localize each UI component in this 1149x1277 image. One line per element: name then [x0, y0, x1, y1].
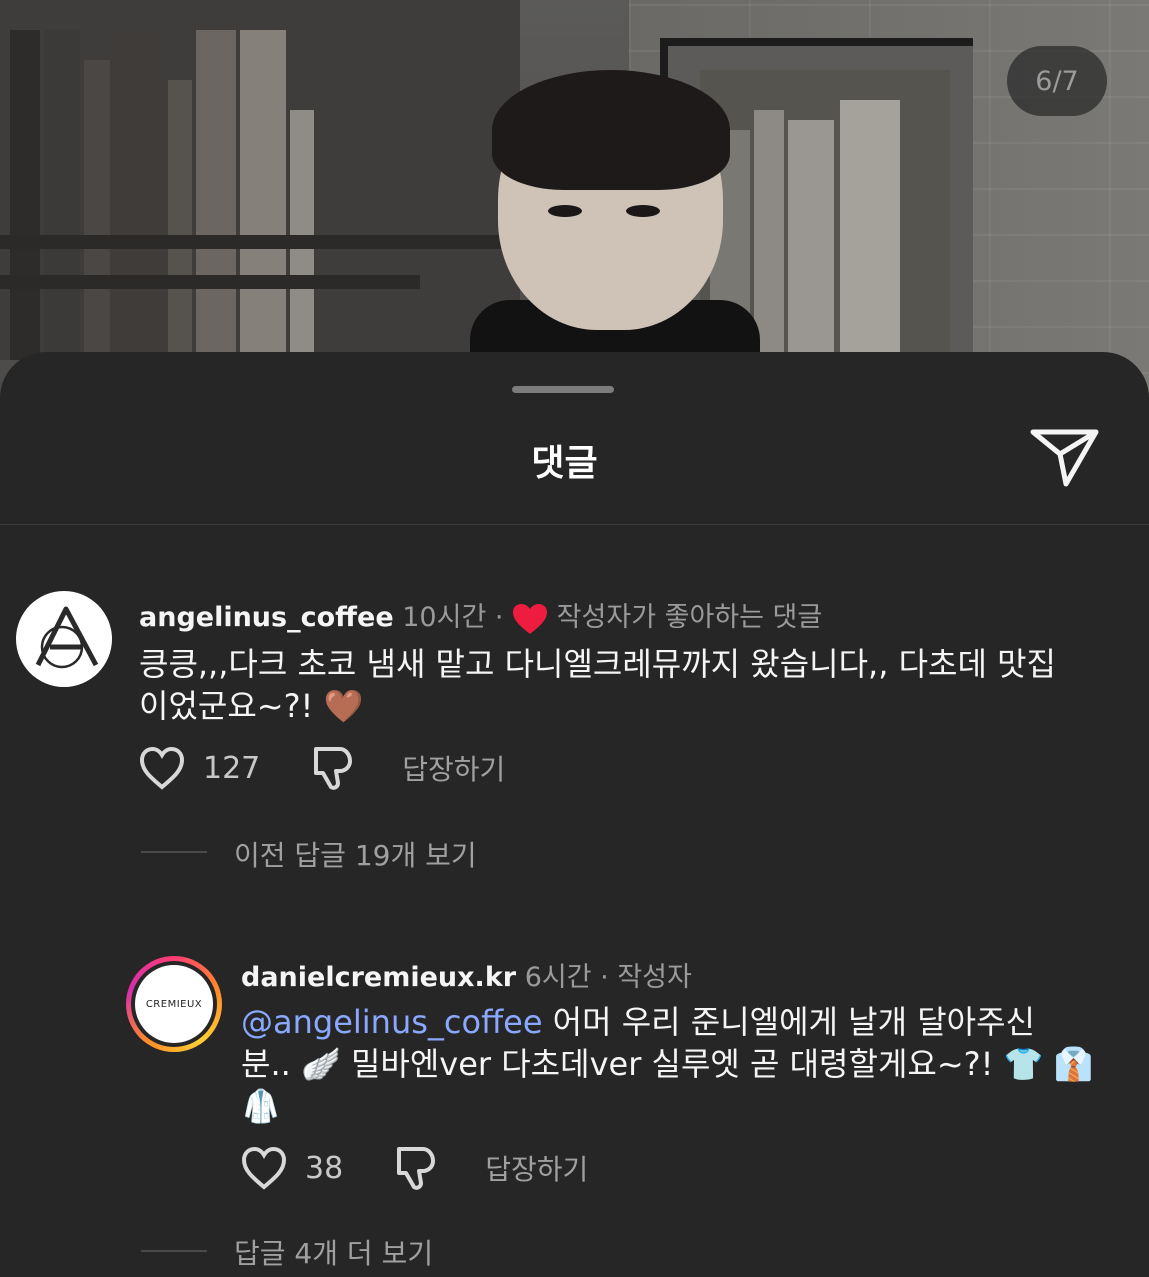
thread-line: [141, 851, 207, 853]
person-hair: [492, 70, 730, 190]
view-previous-replies[interactable]: 이전 답글 19개 보기: [234, 834, 477, 874]
reply-actions: 38 답장하기: [241, 1145, 588, 1191]
view-more-replies[interactable]: 답글 4개 더 보기: [234, 1232, 433, 1272]
share-icon[interactable]: [1030, 428, 1100, 488]
thread-line: [141, 1250, 207, 1252]
comments-sheet: 댓글: [0, 352, 1149, 1277]
comment-text-line: 이었군요~?! 🤎: [139, 687, 364, 725]
reply-text-segment: 어머 우리 준니엘에게 날개 달아주신: [542, 1003, 1035, 1041]
meta-separator: ·: [600, 962, 609, 993]
dislike-icon[interactable]: [310, 745, 354, 791]
comment-text: 킁킁,,,다크 초코 냄새 맡고 다니엘크레뮤까지 왔습니다,, 다초데 맛집 …: [139, 643, 1129, 727]
comment-meta: angelinus_coffee 10시간 · 작성자가 좋아하는 댓글: [139, 595, 822, 635]
dislike-icon[interactable]: [393, 1145, 437, 1191]
like-heart-icon[interactable]: [241, 1146, 287, 1190]
author-liked-heart-icon: [513, 603, 548, 634]
avatar-cremieux: CREMIEUX: [135, 965, 213, 1043]
like-heart-icon[interactable]: [139, 746, 185, 790]
drag-handle[interactable]: [512, 386, 614, 393]
reply-button[interactable]: 답장하기: [485, 1148, 588, 1188]
like-count: 127: [203, 750, 261, 786]
avatar-story-ring[interactable]: CREMIEUX: [126, 956, 222, 1052]
meta-separator: ·: [494, 602, 504, 633]
comment-username[interactable]: angelinus_coffee: [139, 602, 394, 633]
avatar-angelinus[interactable]: [16, 591, 112, 687]
reply-meta: danielcremieux.kr 6시간 · 작성자: [241, 955, 692, 994]
angelinus-logo-icon: [35, 606, 99, 669]
person-eye: [626, 205, 660, 217]
sheet-title: 댓글: [531, 443, 598, 484]
person-eye: [548, 205, 582, 217]
comment-actions: 127 답장하기: [139, 745, 505, 791]
sheet-divider: [0, 524, 1149, 525]
bookshelf-left: [0, 0, 520, 360]
author-badge: 작성자: [617, 962, 692, 993]
shelf-plank: [0, 235, 520, 249]
reply-time: 6시간: [524, 962, 592, 993]
author-liked-label: 작성자가 좋아하는 댓글: [556, 602, 823, 633]
reply-text: @angelinus_coffee 어머 우리 준니엘에게 날개 달아주신 분.…: [241, 1001, 1131, 1127]
like-count: 38: [305, 1150, 344, 1186]
reply-text-line: 🥼: [241, 1087, 281, 1125]
reply-text-line: 분.. 🪽 밀바엔ver 다초데ver 실루엣 곧 대령할게요~?! 👕 👔: [241, 1045, 1094, 1083]
media-counter: 6/7: [1007, 46, 1107, 116]
comment-text-line: 킁킁,,,다크 초코 냄새 맡고 다니엘크레뮤까지 왔습니다,, 다초데 맛집: [139, 645, 1056, 683]
comment-time: 10시간: [402, 602, 487, 633]
reply-button[interactable]: 답장하기: [402, 748, 505, 788]
mention-link[interactable]: @angelinus_coffee: [241, 1003, 543, 1041]
reply-username[interactable]: danielcremieux.kr: [241, 962, 516, 993]
shelf-plank: [0, 275, 420, 289]
